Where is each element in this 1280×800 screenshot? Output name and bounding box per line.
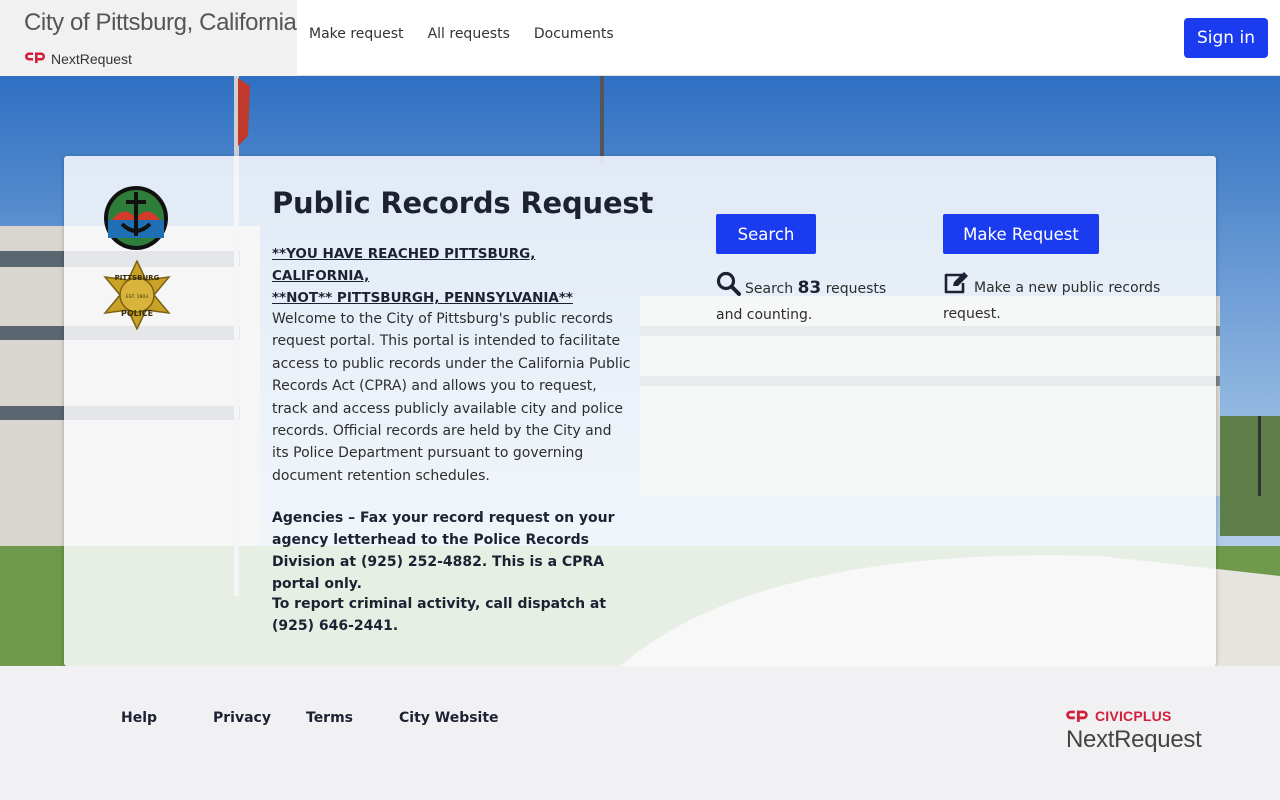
civicplus-brand: CIVICPLUS [1066,708,1201,724]
main-nav: Make request All requests Documents [309,26,614,42]
police-badge-icon: PITTSBURG EST. 1903 POLICE [99,259,173,334]
search-icon [716,271,741,304]
civicplus-logo[interactable]: CIVICPLUS NextRequest [1066,708,1202,754]
make-request-button[interactable]: Make Request [943,214,1099,254]
search-prefix: Search [745,281,794,297]
agencies-fax-notice: Agencies – Fax your record request on yo… [272,510,615,592]
civicplus-wordmark: CIVICPLUS [1095,708,1172,724]
agency-logos: PITTSBURG EST. 1903 POLICE [99,184,173,334]
nextrequest-wordmark: NextRequest [1066,726,1202,753]
city-seal-icon [102,184,173,256]
nextrequest-mark-icon [25,49,46,68]
footer-city-website-link[interactable]: City Website [399,710,499,726]
footer-terms-link[interactable]: Terms [306,710,399,726]
hero-section: PITTSBURG EST. 1903 POLICE Public Record… [0,76,1280,666]
footer-privacy-link[interactable]: Privacy [213,710,306,726]
svg-text:PITTSBURG: PITTSBURG [115,274,160,282]
edit-icon [943,271,970,303]
brand-block[interactable]: City of Pittsburg, California NextReques… [0,0,297,76]
search-button[interactable]: Search [716,214,816,254]
svg-text:EST. 1903: EST. 1903 [126,294,148,300]
product-name: NextRequest [51,50,132,67]
search-description: Search 83 requests and counting. [716,271,916,327]
request-count: 83 [797,278,822,298]
footer-help-link[interactable]: Help [121,710,213,726]
notice-line-1: **YOU HAVE REACHED PITTSBURG, CALIFORNIA… [272,246,536,284]
city-title[interactable]: City of Pittsburg, California [24,9,297,37]
footer-links: Help Privacy Terms City Website [121,710,499,726]
intro-card: PITTSBURG EST. 1903 POLICE Public Record… [64,156,1216,666]
nav-make-request[interactable]: Make request [309,26,404,42]
svg-text:POLICE: POLICE [121,309,153,318]
make-request-text: Make a new public records request. [943,280,1161,322]
nav-all-requests[interactable]: All requests [428,26,510,42]
nav-documents[interactable]: Documents [534,26,614,42]
make-request-description: Make a new public records request. [943,271,1173,326]
site-header: City of Pittsburg, California NextReques… [0,0,1280,76]
sign-in-button[interactable]: Sign in [1184,18,1268,58]
location-notice: **YOU HAVE REACHED PITTSBURG, CALIFORNIA… [272,243,632,309]
civicplus-mark-icon [1066,709,1089,723]
dispatch-notice: To report criminal activity, call dispat… [272,596,607,634]
page-title: Public Records Request [272,186,654,220]
notice-line-2: **NOT** PITTSBURGH, PENNSYLVANIA** [272,290,573,306]
product-logo: NextRequest [25,49,132,68]
site-footer: Help Privacy Terms City Website CIVICPLU… [0,666,1280,800]
welcome-text: Welcome to the City of Pittsburg's publi… [272,311,631,484]
